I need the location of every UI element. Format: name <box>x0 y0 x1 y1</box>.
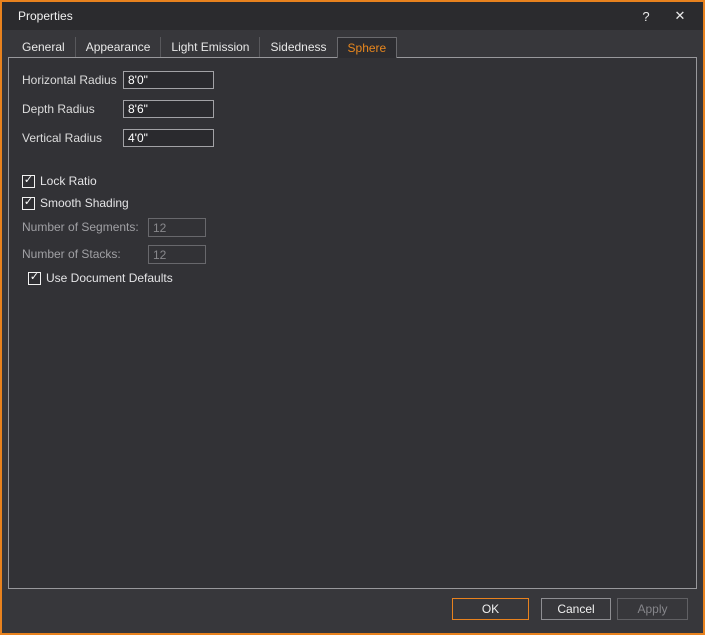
vertical-radius-label: Vertical Radius <box>22 129 102 147</box>
smooth-shading-row: ✓ Smooth Shading <box>22 196 129 210</box>
dialog-title: Properties <box>18 9 73 23</box>
lock-ratio-checkbox[interactable]: ✓ <box>22 175 35 188</box>
tab-content-panel: Horizontal Radius Depth Radius Vertical … <box>8 57 697 589</box>
depth-radius-input[interactable] <box>123 100 214 118</box>
close-icon: ✕ <box>675 8 686 24</box>
help-icon: ? <box>642 9 649 24</box>
use-document-defaults-checkbox[interactable]: ✓ <box>28 272 41 285</box>
use-document-defaults-label: Use Document Defaults <box>46 271 173 285</box>
segments-input <box>148 218 206 237</box>
stacks-label: Number of Stacks: <box>22 245 121 264</box>
smooth-shading-label: Smooth Shading <box>40 196 129 210</box>
close-button[interactable]: ✕ <box>663 2 697 30</box>
tab-strip: General Appearance Light Emission Sidedn… <box>12 37 397 58</box>
checkmark-icon: ✓ <box>30 272 39 283</box>
titlebar-actions: ? ✕ <box>629 2 697 30</box>
tab-general[interactable]: General <box>12 37 75 57</box>
vertical-radius-input[interactable] <box>123 129 214 147</box>
lock-ratio-label: Lock Ratio <box>40 174 97 188</box>
tab-sidedness[interactable]: Sidedness <box>259 37 336 57</box>
depth-radius-label: Depth Radius <box>22 100 95 118</box>
stacks-input <box>148 245 206 264</box>
tab-light-emission[interactable]: Light Emission <box>160 37 259 57</box>
use-document-defaults-row: ✓ Use Document Defaults <box>28 271 173 285</box>
properties-dialog: Properties ? ✕ General Appearance Light … <box>0 0 705 635</box>
titlebar: Properties ? ✕ <box>2 2 703 30</box>
apply-button: Apply <box>617 598 688 620</box>
horizontal-radius-input[interactable] <box>123 71 214 89</box>
horizontal-radius-label: Horizontal Radius <box>22 71 117 89</box>
tab-appearance[interactable]: Appearance <box>75 37 161 57</box>
ok-button[interactable]: OK <box>452 598 529 620</box>
checkmark-icon: ✓ <box>24 197 33 208</box>
cancel-button[interactable]: Cancel <box>541 598 611 620</box>
tab-sphere[interactable]: Sphere <box>337 37 398 58</box>
lock-ratio-row: ✓ Lock Ratio <box>22 174 97 188</box>
smooth-shading-checkbox[interactable]: ✓ <box>22 197 35 210</box>
segments-label: Number of Segments: <box>22 218 139 237</box>
checkmark-icon: ✓ <box>24 175 33 186</box>
help-button[interactable]: ? <box>629 2 663 30</box>
